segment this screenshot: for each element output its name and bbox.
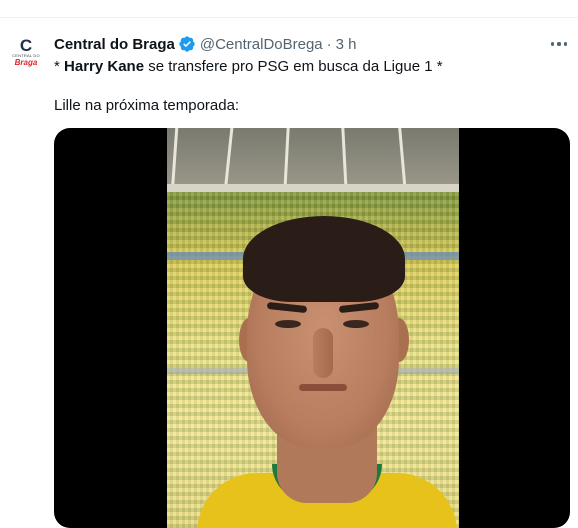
avatar-letter: C xyxy=(19,35,33,55)
text-bold-name: Harry Kane xyxy=(64,58,145,75)
display-name[interactable]: Central do Braga xyxy=(54,36,175,53)
media-video[interactable] xyxy=(54,128,570,528)
more-options-icon[interactable] xyxy=(548,36,570,52)
video-frame xyxy=(167,128,459,528)
separator-dot: · xyxy=(326,35,332,53)
player-hair xyxy=(243,216,405,302)
avatar-brand-text: Braga xyxy=(14,57,38,67)
stadium-roof xyxy=(167,128,459,192)
handle[interactable]: @CentralDoBrega xyxy=(200,36,323,53)
timestamp[interactable]: 3 h xyxy=(336,36,357,53)
verified-badge-icon[interactable] xyxy=(178,35,196,53)
tweet-text-line1: * Harry Kane se transfere pro PSG em bus… xyxy=(54,57,443,77)
text-prefix: * xyxy=(54,58,65,75)
text-rest: se transfere pro PSG em busca da Ligue 1… xyxy=(144,58,443,75)
avatar[interactable]: C CENTRAL DO Braga xyxy=(8,34,44,70)
top-divider xyxy=(0,17,578,18)
tweet-text-line2: Lille na próxima temporada: xyxy=(54,97,240,114)
tweet-header: Central do Braga @CentralDoBrega · 3 h xyxy=(54,34,357,54)
